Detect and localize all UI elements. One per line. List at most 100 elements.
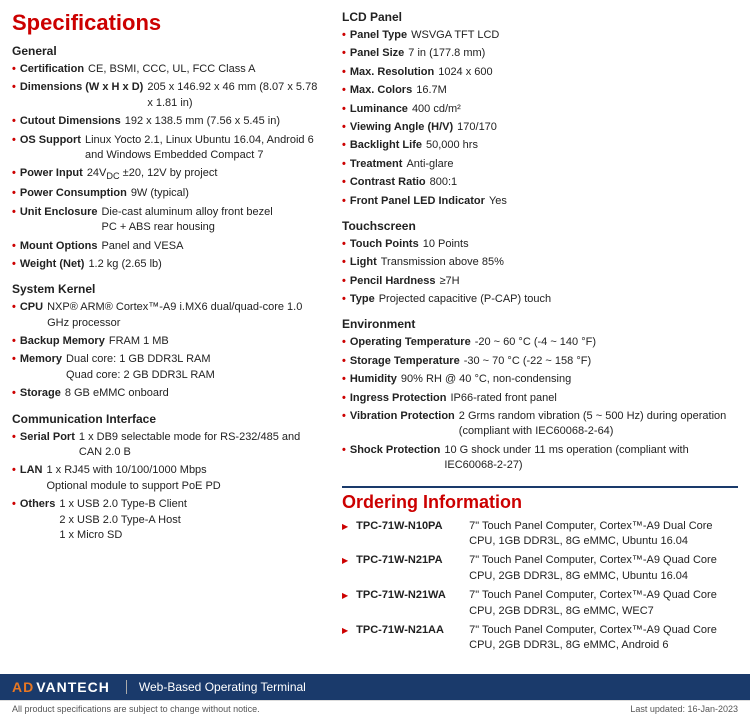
left-column: Specifications General Certification CE,… xyxy=(12,10,322,658)
list-item: Type Projected capacitive (P-CAP) touch xyxy=(342,292,738,307)
spec-label: Storage xyxy=(20,386,61,401)
spec-label: Light xyxy=(350,255,377,270)
list-item: CPU NXP® ARM® Cortex™-A9 i.MX6 dual/quad… xyxy=(12,300,322,331)
list-item: Max. Resolution 1024 x 600 xyxy=(342,65,738,80)
list-item: Humidity 90% RH @ 40 °C, non-condensing xyxy=(342,372,738,387)
spec-label: Type xyxy=(350,292,375,307)
list-item: Cutout Dimensions 192 x 138.5 mm (7.56 x… xyxy=(12,114,322,129)
logo-vantech: VANTECH xyxy=(36,679,110,695)
order-label: TPC-71W-N10PA xyxy=(356,519,461,550)
system-kernel-section-title: System Kernel xyxy=(12,282,322,296)
spec-value: FRAM 1 MB xyxy=(109,334,169,349)
right-column: LCD Panel Panel Type WSVGA TFT LCD Panel… xyxy=(342,10,738,658)
spec-label: Contrast Ratio xyxy=(350,175,426,190)
spec-label: Weight (Net) xyxy=(20,257,85,272)
list-item: Treatment Anti-glare xyxy=(342,157,738,172)
spec-value: Transmission above 85% xyxy=(381,255,504,270)
footer-note-right: Last updated: 16-Jan-2023 xyxy=(630,704,738,714)
order-label: TPC-71W-N21AA xyxy=(356,623,461,654)
spec-value: 1.2 kg (2.65 lb) xyxy=(88,257,161,272)
spec-value: 170/170 xyxy=(457,120,497,135)
spec-label: Panel Size xyxy=(350,46,404,61)
list-item: Operating Temperature -20 ~ 60 °C (-4 ~ … xyxy=(342,335,738,350)
footer-bar: ADVANTECH Web-Based Operating Terminal xyxy=(0,674,750,700)
list-item: Shock Protection 10 G shock under 11 ms … xyxy=(342,443,738,474)
ordering-title: Ordering Information xyxy=(342,492,738,513)
list-item: Storage Temperature -30 ~ 70 °C (-22 ~ 1… xyxy=(342,354,738,369)
spec-label: Humidity xyxy=(350,372,397,387)
logo-ad: AD xyxy=(12,679,34,695)
spec-value: 400 cd/m² xyxy=(412,102,461,117)
spec-label: Ingress Protection xyxy=(350,391,447,406)
ordering-list: TPC-71W-N10PA 7" Touch Panel Computer, C… xyxy=(342,519,738,654)
spec-label: Mount Options xyxy=(20,239,98,254)
spec-label: Dimensions (W x H x D) xyxy=(20,80,143,111)
spec-value: 16.7M xyxy=(416,83,447,98)
spec-value: -20 ~ 60 °C (-4 ~ 140 °F) xyxy=(475,335,596,350)
spec-value: Panel and VESA xyxy=(101,239,183,254)
list-item: Pencil Hardness ≥7H xyxy=(342,274,738,289)
spec-label: LAN xyxy=(20,463,43,494)
list-item: Certification CE, BSMI, CCC, UL, FCC Cla… xyxy=(12,62,322,77)
list-item: TPC-71W-N21PA 7" Touch Panel Computer, C… xyxy=(342,553,738,584)
list-item: TPC-71W-N21WA 7" Touch Panel Computer, C… xyxy=(342,588,738,619)
list-item: Power Input 24VDC ±20, 12V by project xyxy=(12,166,322,183)
spec-label: Touch Points xyxy=(350,237,419,252)
spec-value: 10 G shock under 11 ms operation (compli… xyxy=(444,443,738,474)
spec-value: 10 Points xyxy=(423,237,469,252)
list-item: Vibration Protection 2 Grms random vibra… xyxy=(342,409,738,440)
spec-label: Vibration Protection xyxy=(350,409,455,440)
spec-label: Memory xyxy=(20,352,62,383)
list-item: Panel Type WSVGA TFT LCD xyxy=(342,28,738,43)
spec-value: 24VDC ±20, 12V by project xyxy=(87,166,218,183)
lcd-section-title: LCD Panel xyxy=(342,10,738,24)
spec-label: Treatment xyxy=(350,157,403,172)
order-value: 7" Touch Panel Computer, Cortex™-A9 Quad… xyxy=(469,623,738,654)
spec-value: 9W (typical) xyxy=(131,186,189,201)
order-value: 7" Touch Panel Computer, Cortex™-A9 Quad… xyxy=(469,588,738,619)
list-item: Viewing Angle (H/V) 170/170 xyxy=(342,120,738,135)
spec-label: Storage Temperature xyxy=(350,354,460,369)
footer-note-left: All product specifications are subject t… xyxy=(12,704,260,714)
footer-subtitle: Web-Based Operating Terminal xyxy=(126,680,306,694)
spec-value: ≥7H xyxy=(439,274,459,289)
spec-value: 1 x RJ45 with 10/100/1000 MbpsOptional m… xyxy=(46,463,220,494)
list-item: Serial Port 1 x DB9 selectable mode for … xyxy=(12,430,322,461)
order-value: 7" Touch Panel Computer, Cortex™-A9 Dual… xyxy=(469,519,738,550)
list-item: Dimensions (W x H x D) 205 x 146.92 x 46… xyxy=(12,80,322,111)
spec-label: Backup Memory xyxy=(20,334,105,349)
spec-value: 2 Grms random vibration (5 ~ 500 Hz) dur… xyxy=(459,409,738,440)
list-item: Contrast Ratio 800:1 xyxy=(342,175,738,190)
spec-value: NXP® ARM® Cortex™-A9 i.MX6 dual/quad-cor… xyxy=(47,300,322,331)
spec-label: Shock Protection xyxy=(350,443,440,474)
spec-label: Operating Temperature xyxy=(350,335,471,350)
list-item: Light Transmission above 85% xyxy=(342,255,738,270)
spec-value: 8 GB eMMC onboard xyxy=(65,386,169,401)
spec-label: CPU xyxy=(20,300,43,331)
list-item: Backup Memory FRAM 1 MB xyxy=(12,334,322,349)
footer-note: All product specifications are subject t… xyxy=(0,700,750,717)
spec-label: Others xyxy=(20,497,55,543)
touchscreen-list: Touch Points 10 Points Light Transmissio… xyxy=(342,237,738,308)
list-item: Mount Options Panel and VESA xyxy=(12,239,322,254)
spec-value: 192 x 138.5 mm (7.56 x 5.45 in) xyxy=(125,114,280,129)
spec-value: 7 in (177.8 mm) xyxy=(408,46,485,61)
ordering-section: Ordering Information TPC-71W-N10PA 7" To… xyxy=(342,486,738,654)
spec-label: Max. Colors xyxy=(350,83,412,98)
list-item: Ingress Protection IP66-rated front pane… xyxy=(342,391,738,406)
spec-value: 1 x DB9 selectable mode for RS-232/485 a… xyxy=(79,430,322,461)
list-item: OS Support Linux Yocto 2.1, Linux Ubuntu… xyxy=(12,133,322,164)
spec-label: Power Consumption xyxy=(20,186,127,201)
communication-section-title: Communication Interface xyxy=(12,412,322,426)
spec-label: Cutout Dimensions xyxy=(20,114,121,129)
list-item: Panel Size 7 in (177.8 mm) xyxy=(342,46,738,61)
list-item: Power Consumption 9W (typical) xyxy=(12,186,322,201)
order-label: TPC-71W-N21PA xyxy=(356,553,461,584)
spec-value: 50,000 hrs xyxy=(426,138,478,153)
spec-value: Linux Yocto 2.1, Linux Ubuntu 16.04, And… xyxy=(85,133,322,164)
spec-value: 1024 x 600 xyxy=(438,65,492,80)
spec-label: Power Input xyxy=(20,166,83,183)
list-item: Others 1 x USB 2.0 Type-B Client2 x USB … xyxy=(12,497,322,543)
communication-list: Serial Port 1 x DB9 selectable mode for … xyxy=(12,430,322,544)
spec-label: Certification xyxy=(20,62,84,77)
